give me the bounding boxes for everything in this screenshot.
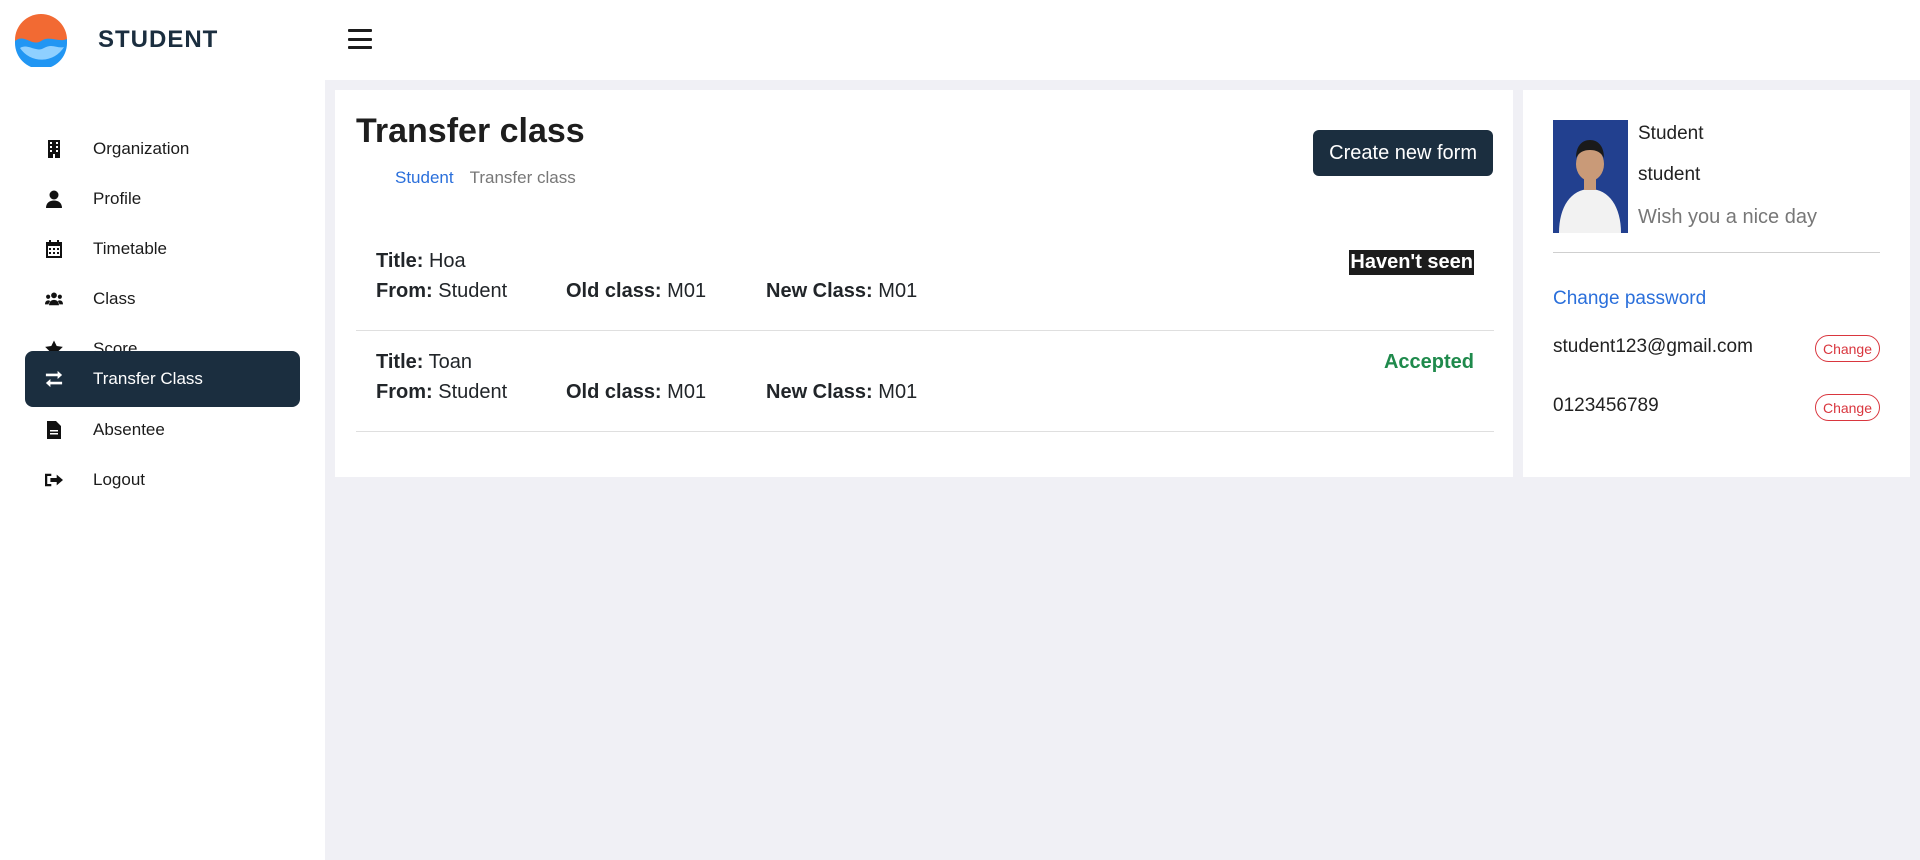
profile-greeting: Wish you a nice day	[1638, 206, 1817, 228]
breadcrumb: Student Transfer class	[395, 168, 576, 188]
sidebar-item-label: Absentee	[93, 420, 165, 439]
form-old-class: Old class: M01	[566, 381, 707, 403]
list-item[interactable]: Title: Toan From: Student Old class: M01…	[356, 331, 1494, 432]
sidebar-item-label: Profile	[93, 189, 142, 208]
profile-name: Student	[1638, 123, 1704, 144]
divider	[1553, 252, 1880, 253]
sidebar-item-profile[interactable]: Profile	[25, 171, 300, 227]
profile-card: Student student Wish you a nice day Chan…	[1523, 90, 1910, 477]
form-title: Title: Toan	[376, 351, 472, 373]
logout-icon	[45, 471, 63, 489]
sidebar-item-organization[interactable]: Organization	[25, 121, 300, 177]
form-from: From: Student	[376, 280, 508, 302]
avatar	[1553, 120, 1628, 233]
page-title: Transfer class	[356, 112, 585, 150]
profile-email: student123@gmail.com	[1553, 336, 1753, 357]
sidebar-item-transfer-class[interactable]: Transfer Class	[25, 351, 300, 407]
sidebar-item-label: Timetable	[93, 239, 168, 258]
sidebar-item-label: Class	[93, 289, 136, 308]
sidebar-item-label: Logout	[93, 470, 145, 489]
form-old-class: Old class: M01	[566, 280, 707, 302]
user-icon	[45, 190, 63, 208]
change-email-button[interactable]: Change	[1814, 335, 1880, 362]
status-badge: Haven't seen	[1349, 250, 1474, 275]
sidebar-item-timetable[interactable]: Timetable	[25, 221, 300, 277]
top-bar: STUDENT	[0, 0, 1920, 80]
sidebar-item-absentee[interactable]: Absentee	[25, 402, 300, 458]
logo-icon	[15, 14, 67, 67]
status-badge: Accepted	[1383, 351, 1474, 373]
transfer-class-card: Transfer class Student Transfer class Cr…	[335, 90, 1513, 477]
form-new-class: New Class: M01	[766, 381, 918, 403]
breadcrumb-link-student[interactable]: Student	[395, 168, 454, 188]
transfer-form-list: Title: Hoa From: Student Old class: M01 …	[356, 230, 1494, 432]
menu-toggle-icon[interactable]	[348, 26, 372, 52]
calendar-icon	[45, 240, 63, 258]
create-new-form-button[interactable]: Create new form	[1313, 130, 1493, 176]
brand[interactable]: STUDENT	[14, 13, 218, 67]
profile-phone: 0123456789	[1553, 395, 1659, 416]
exchange-icon	[45, 370, 63, 388]
sidebar-item-logout[interactable]: Logout	[25, 452, 300, 508]
list-item[interactable]: Title: Hoa From: Student Old class: M01 …	[356, 230, 1494, 331]
form-from: From: Student	[376, 381, 508, 403]
sidebar-item-label: Organization	[93, 139, 190, 158]
users-icon	[45, 290, 63, 308]
building-icon	[45, 140, 63, 158]
breadcrumb-current: Transfer class	[469, 168, 576, 187]
file-icon	[45, 421, 63, 439]
sidebar-item-label: Transfer Class	[93, 369, 203, 388]
change-password-link[interactable]: Change password	[1553, 288, 1706, 310]
change-phone-button[interactable]: Change	[1814, 394, 1880, 421]
sidebar-item-class[interactable]: Class	[25, 271, 300, 327]
form-title: Title: Hoa	[376, 250, 466, 272]
form-new-class: New Class: M01	[766, 280, 918, 302]
profile-role: student	[1638, 164, 1701, 185]
sidebar: Organization Profile Timetable Class Sco…	[0, 80, 325, 860]
brand-name: STUDENT	[98, 26, 219, 53]
